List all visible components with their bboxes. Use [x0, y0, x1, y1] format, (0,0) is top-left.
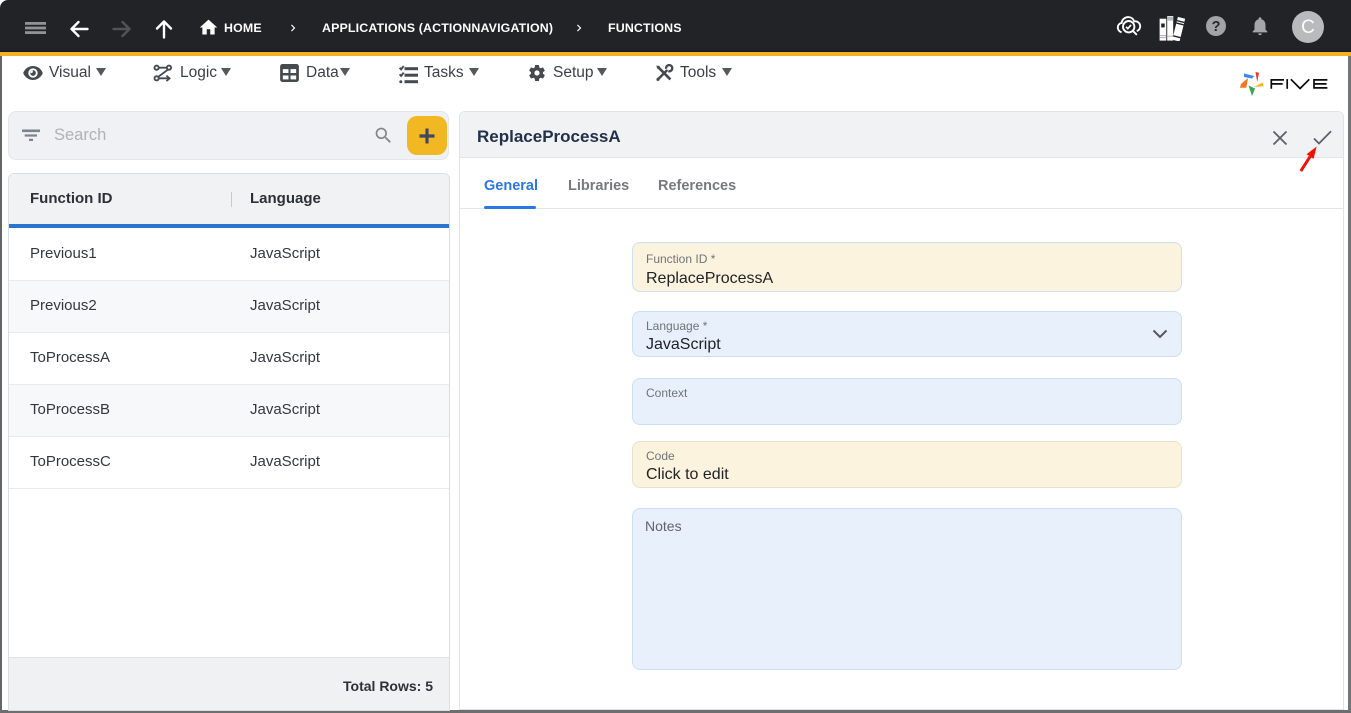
svg-text:?: ? [1212, 19, 1221, 35]
